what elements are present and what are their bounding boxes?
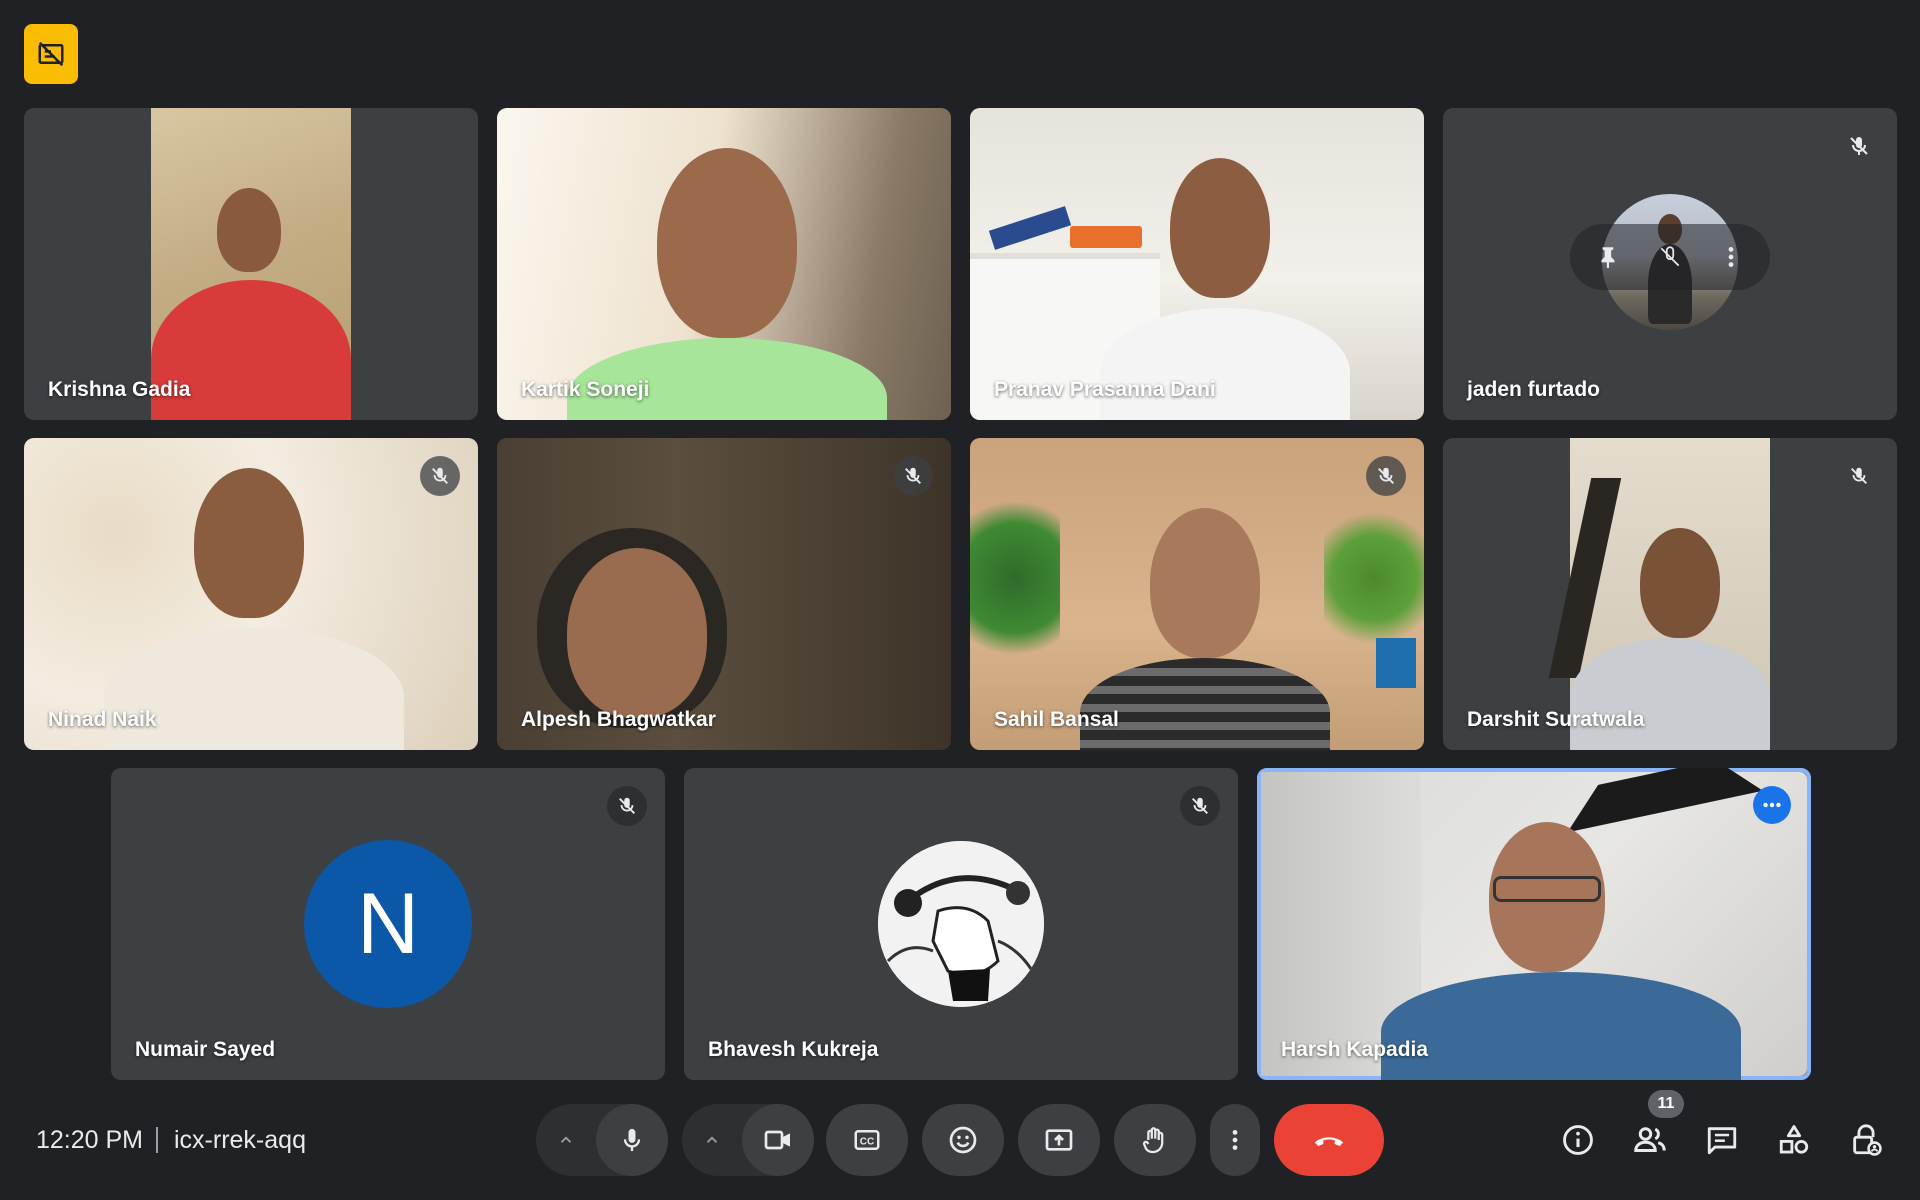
microphone-icon: [623, 1128, 641, 1152]
chevron-up-icon: [706, 1136, 718, 1143]
camera-control: [682, 1104, 814, 1176]
meeting-controls-bar: 12:20 PM icx-rrek-aqq CC 11: [0, 1090, 1920, 1180]
participant-tile[interactable]: Darshit Suratwala: [1443, 438, 1897, 750]
chat-icon: [1707, 1127, 1737, 1155]
participant-tile[interactable]: Alpesh Bhagwatkar: [497, 438, 951, 750]
raise-hand-button[interactable]: [1114, 1104, 1196, 1176]
participant-name: Numair Sayed: [135, 1038, 276, 1061]
avatar: N: [304, 840, 472, 1008]
more-vertical-icon: [1232, 1130, 1238, 1150]
host-controls-button[interactable]: [1842, 1116, 1890, 1164]
emoji-icon: [949, 1126, 977, 1154]
participant-name: Alpesh Bhagwatkar: [521, 708, 716, 731]
more-horizontal-icon: [1763, 802, 1781, 808]
muted-mic-icon: [607, 786, 647, 826]
participant-name: Bhavesh Kukreja: [708, 1038, 879, 1061]
closed-captions-icon: CC: [854, 1130, 880, 1150]
activities-button[interactable]: [1770, 1116, 1818, 1164]
participant-tile[interactable]: Kartik Soneji: [497, 108, 951, 420]
avatar: [878, 841, 1044, 1007]
participant-tile[interactable]: N Numair Sayed: [111, 768, 665, 1080]
audio-options-button[interactable]: [536, 1104, 596, 1176]
participant-name: Pranav Prasanna Dani: [994, 378, 1216, 401]
microphone-button[interactable]: [596, 1104, 668, 1176]
leave-call-button[interactable]: [1274, 1104, 1384, 1176]
meeting-code: icx-rrek-aqq: [174, 1126, 306, 1154]
participant-name: Harsh Kapadia: [1281, 1038, 1429, 1061]
muted-mic-icon: [1180, 786, 1220, 826]
captions-button[interactable]: CC: [826, 1104, 908, 1176]
info-icon: [1563, 1125, 1593, 1155]
video-feed: [970, 108, 1424, 420]
video-options-button[interactable]: [682, 1104, 742, 1176]
video-feed: [24, 438, 478, 750]
muted-mic-icon: [1839, 126, 1879, 166]
participant-tile[interactable]: Bhavesh Kukreja: [684, 768, 1238, 1080]
participant-name: Sahil Bansal: [994, 708, 1119, 731]
shapes-icon: [1779, 1125, 1809, 1154]
participant-tile[interactable]: Pranav Prasanna Dani: [970, 108, 1424, 420]
participant-name: Krishna Gadia: [48, 378, 191, 401]
muted-mic-icon: [1839, 456, 1879, 496]
video-feed: [151, 108, 351, 420]
muted-mic-icon: [420, 456, 460, 496]
participant-count-badge: 11: [1648, 1090, 1684, 1118]
no-video-icon: [38, 41, 64, 67]
muted-mic-icon: [1366, 456, 1406, 496]
video-feed: [497, 108, 951, 420]
tile-hover-controls: [1570, 224, 1770, 290]
muted-mic-icon: [893, 456, 933, 496]
camera-icon: [764, 1130, 790, 1150]
participant-tile[interactable]: Ninad Naik: [24, 438, 478, 750]
present-screen-button[interactable]: [1018, 1104, 1100, 1176]
more-options-button[interactable]: [1210, 1104, 1260, 1176]
participant-tile[interactable]: Sahil Bansal: [970, 438, 1424, 750]
participant-tile[interactable]: jaden furtado: [1443, 108, 1897, 420]
hand-icon: [1142, 1127, 1164, 1154]
camera-button[interactable]: [742, 1104, 814, 1176]
separator: [156, 1127, 158, 1153]
video-feed: [970, 438, 1424, 750]
captions-off-badge[interactable]: [24, 24, 78, 84]
participant-name: Ninad Naik: [48, 708, 157, 731]
microphone-control: [536, 1104, 668, 1176]
reactions-button[interactable]: [922, 1104, 1004, 1176]
hang-up-icon: [1314, 1137, 1344, 1147]
chevron-up-icon: [560, 1136, 572, 1143]
video-feed: [1261, 768, 1807, 1080]
participant-tile[interactable]: Krishna Gadia: [24, 108, 478, 420]
mute-participant-icon[interactable]: [1657, 244, 1683, 270]
people-icon: [1634, 1127, 1666, 1152]
chat-button[interactable]: [1698, 1116, 1746, 1164]
participant-name: Kartik Soneji: [521, 378, 650, 401]
more-options-button[interactable]: [1753, 786, 1791, 824]
video-feed: [1548, 438, 1770, 750]
video-feed: [497, 438, 951, 750]
lock-person-icon: [1853, 1124, 1882, 1156]
meeting-details-button[interactable]: [1554, 1116, 1602, 1164]
participant-tile-self[interactable]: Harsh Kapadia: [1257, 768, 1811, 1080]
svg-text:CC: CC: [860, 1136, 874, 1147]
participant-name: jaden furtado: [1467, 378, 1601, 401]
meeting-time: 12:20 PM: [36, 1126, 144, 1154]
pin-icon[interactable]: [1596, 244, 1622, 270]
people-button[interactable]: [1626, 1116, 1674, 1164]
more-options-icon[interactable]: [1718, 244, 1744, 270]
participant-name: Darshit Suratwala: [1467, 708, 1645, 731]
present-screen-icon: [1045, 1129, 1073, 1151]
